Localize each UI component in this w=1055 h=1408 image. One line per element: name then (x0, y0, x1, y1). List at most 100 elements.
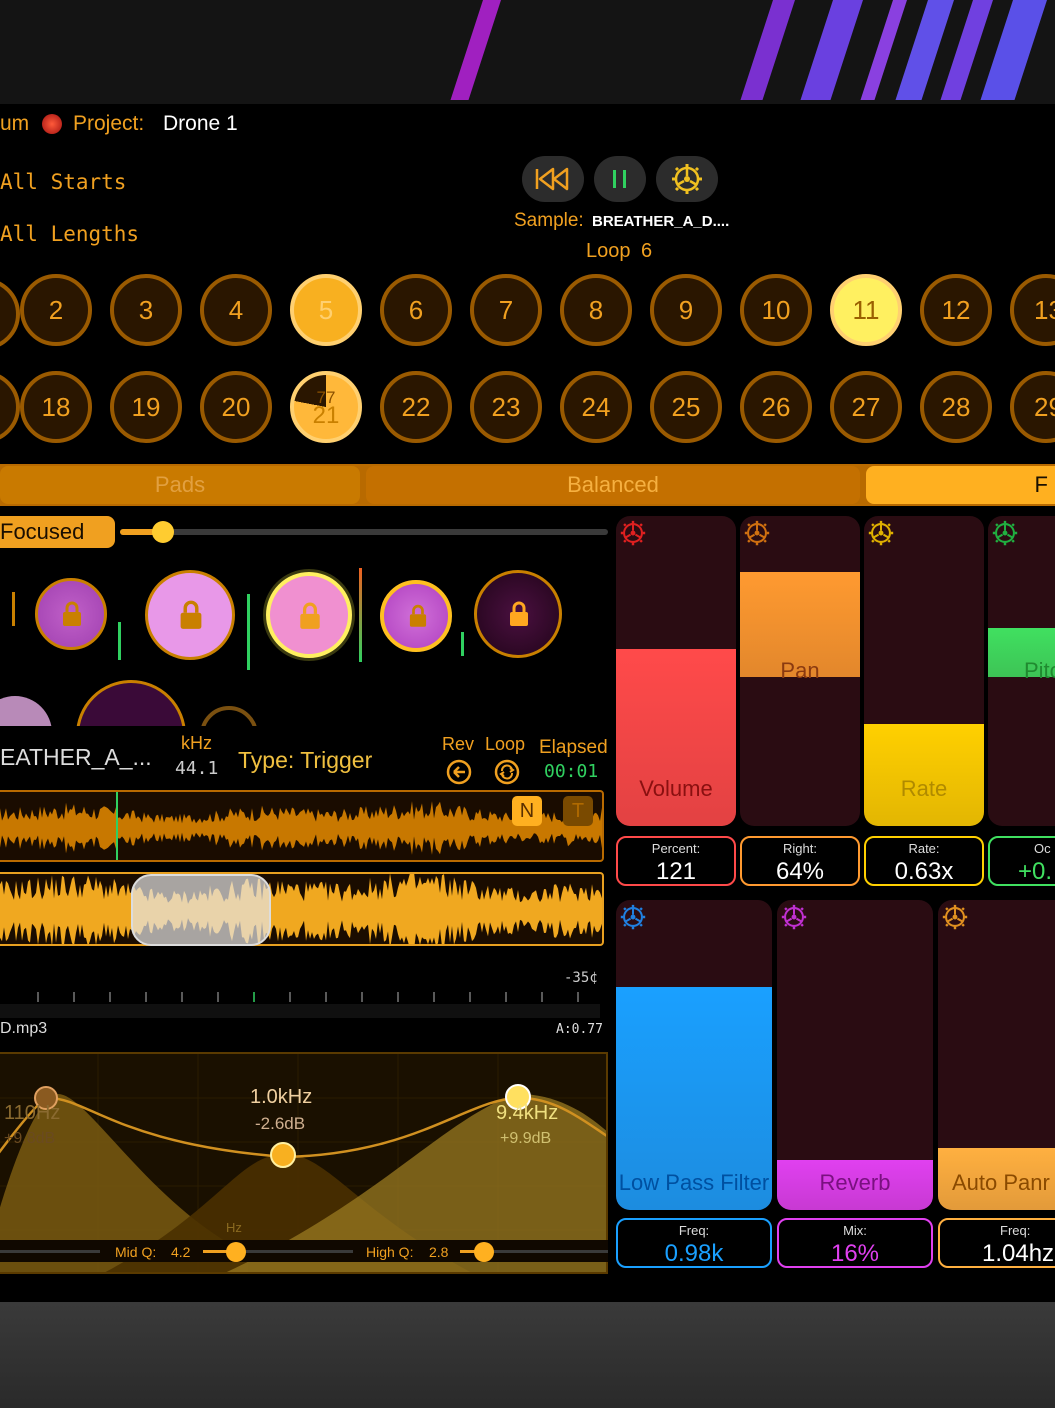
pad-26[interactable]: 26 (740, 371, 812, 443)
pad-19[interactable]: 19 (110, 371, 182, 443)
gear-icon (942, 904, 968, 930)
volume-slider[interactable]: Volume (616, 516, 736, 826)
eq-mid-band-handle[interactable] (270, 1142, 296, 1168)
reverse-icon[interactable] (446, 759, 472, 785)
decor-stripe (740, 0, 802, 100)
pad-8[interactable]: 8 (560, 274, 632, 346)
pitch-settings-button[interactable] (992, 520, 1018, 546)
all-lengths-button[interactable]: All Lengths (0, 222, 139, 246)
pad-28[interactable]: 28 (920, 371, 992, 443)
playhead[interactable] (116, 792, 118, 860)
pad-27[interactable]: 27 (830, 371, 902, 443)
low-pass-filter-slider-label: Low Pass Filter (618, 1170, 770, 1195)
reverb-value: 16% (830, 1240, 880, 1267)
pad-18[interactable]: 18 (20, 371, 92, 443)
voice-knob-4[interactable] (380, 580, 452, 652)
pad-24[interactable]: 24 (560, 371, 632, 443)
pad-23[interactable]: 23 (470, 371, 542, 443)
zoom-waveform[interactable] (0, 872, 604, 946)
lock-icon (300, 602, 320, 629)
tab-pads[interactable]: Pads (0, 466, 360, 504)
pause-button[interactable] (594, 156, 646, 202)
pad-12[interactable]: 12 (920, 274, 992, 346)
rate-value: 0.63x (894, 858, 954, 885)
voice-knob-2[interactable] (145, 570, 235, 660)
pad-5[interactable]: 5 (290, 274, 362, 346)
pad-22[interactable]: 22 (380, 371, 452, 443)
tab-balanced[interactable]: Balanced (366, 466, 860, 504)
pad-29[interactable]: 29 (1010, 371, 1055, 443)
reverb-settings-button[interactable] (781, 904, 807, 930)
pan-settings-button[interactable] (744, 520, 770, 546)
loop-label: Loop (586, 240, 631, 262)
low-pass-filter-slider[interactable]: Low Pass Filter (616, 900, 772, 1210)
pitch-value-box[interactable]: Oc +0. (988, 836, 1055, 886)
rate-slider[interactable]: Rate (864, 516, 984, 826)
low-pass-filter-value-box[interactable]: Freq: 0.98k (616, 1218, 772, 1268)
pad-20[interactable]: 20 (200, 371, 272, 443)
focus-slider-thumb[interactable] (152, 521, 174, 543)
pad-25[interactable]: 25 (650, 371, 722, 443)
reverb-value-label: Mix: (843, 1223, 867, 1238)
voice-knob-1[interactable] (35, 578, 107, 650)
auto-panr-value-box[interactable]: Freq: 1.04hz (938, 1218, 1055, 1268)
rate-value-box[interactable]: Rate: 0.63x (864, 836, 984, 886)
trim-button[interactable]: T (563, 796, 593, 826)
sample-type[interactable]: Type: Trigger (238, 747, 372, 774)
loop-icon[interactable] (494, 759, 520, 785)
rate-settings-button[interactable] (868, 520, 894, 546)
project-label: Project: (73, 112, 145, 135)
pad-17[interactable] (0, 371, 20, 443)
low-pass-filter-settings-button[interactable] (620, 904, 646, 930)
pitch-slider[interactable]: Pitch (988, 516, 1055, 826)
pad-13[interactable]: 13 (1010, 274, 1055, 346)
decor-stripe (450, 0, 508, 100)
focused-button[interactable]: Focused (0, 516, 115, 548)
mid-q-thumb[interactable] (226, 1242, 246, 1262)
pad-3[interactable]: 3 (110, 274, 182, 346)
eq-mid-freq: 1.0kHz (250, 1086, 313, 1108)
pan-slider[interactable]: Pan (740, 516, 860, 826)
pad-21[interactable]: 77 21 (290, 371, 362, 443)
high-q-thumb[interactable] (474, 1242, 494, 1262)
eq-high-freq: 9.4kHz (496, 1102, 559, 1124)
all-starts-button[interactable]: All Starts (0, 170, 126, 194)
pad-10[interactable]: 10 (740, 274, 812, 346)
normalize-button[interactable]: N (512, 796, 542, 826)
transport-settings-button[interactable] (656, 156, 718, 202)
volume-settings-button[interactable] (620, 520, 646, 546)
focus-slider-track[interactable] (120, 529, 608, 535)
reverb-slider[interactable]: Reverb (777, 900, 933, 1210)
gear-icon (781, 904, 807, 930)
pan-value-box[interactable]: Right: 64% (740, 836, 860, 886)
project-name[interactable]: Drone 1 (163, 112, 238, 136)
tab-third[interactable]: F (866, 466, 1055, 504)
volume-value-box[interactable]: Percent: 121 (616, 836, 736, 886)
pad-1[interactable] (0, 278, 20, 350)
gear-icon (672, 164, 702, 194)
tuning-ruler[interactable] (0, 988, 615, 1018)
low-q-track[interactable] (0, 1250, 100, 1253)
pad-4[interactable]: 4 (200, 274, 272, 346)
ruler-ticks (0, 992, 615, 1018)
pad-2[interactable]: 2 (20, 274, 92, 346)
lock-icon (510, 601, 528, 626)
level-meter (359, 568, 362, 662)
voice-knob-5[interactable] (474, 570, 562, 658)
pitch-value: +0. (1018, 858, 1053, 885)
rewind-button[interactable] (522, 156, 584, 202)
pad-11[interactable]: 11 (830, 274, 902, 346)
pad-7[interactable]: 7 (470, 274, 542, 346)
auto-panr-settings-button[interactable] (942, 904, 968, 930)
loop-region-handle[interactable] (131, 874, 271, 946)
auto-panr-slider[interactable]: Auto Panr (938, 900, 1055, 1210)
eq-hz-label: Hz (226, 1220, 242, 1235)
record-indicator-icon[interactable] (42, 114, 62, 134)
reverb-value-box[interactable]: Mix: 16% (777, 1218, 933, 1268)
gear-icon (992, 520, 1018, 546)
volume-slider-label: Volume (639, 776, 713, 801)
pad-6[interactable]: 6 (380, 274, 452, 346)
pad-9[interactable]: 9 (650, 274, 722, 346)
voice-knob-3[interactable] (266, 572, 352, 658)
eq-low-gain: +9.8dB (4, 1130, 56, 1147)
